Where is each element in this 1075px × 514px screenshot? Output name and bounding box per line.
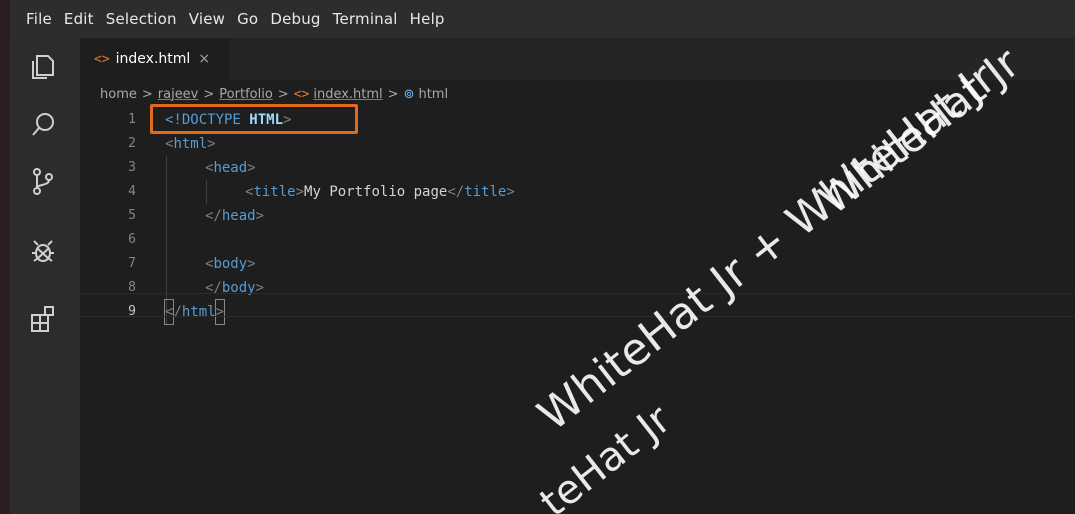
source-control-icon[interactable] <box>26 164 60 198</box>
activity-bar <box>10 38 80 514</box>
tab-bar: <> index.html × <box>80 38 1075 80</box>
breadcrumb-home[interactable]: home <box>100 87 137 102</box>
search-icon[interactable] <box>26 108 60 142</box>
window-edge <box>0 0 10 514</box>
extensions-icon[interactable] <box>26 302 60 336</box>
menu-file[interactable]: File <box>26 10 52 28</box>
code-line-4[interactable]: 4 <title>My Portfolio page</title> <box>80 180 1075 204</box>
close-icon[interactable]: × <box>198 51 210 67</box>
menu-debug[interactable]: Debug <box>270 10 320 28</box>
annotation-highlight-box <box>150 104 358 134</box>
menu-help[interactable]: Help <box>410 10 445 28</box>
line-number: 6 <box>128 232 136 247</box>
menu-selection[interactable]: Selection <box>106 10 177 28</box>
code-line-6[interactable]: 6 <box>80 228 1075 252</box>
line-number: 1 <box>128 112 136 127</box>
line-number: 2 <box>128 136 136 151</box>
tab-label: index.html <box>115 51 191 67</box>
code-text: </head> <box>205 208 265 224</box>
menu-view[interactable]: View <box>189 10 225 28</box>
code-text: <head> <box>205 160 256 176</box>
code-line-5[interactable]: 5 </head> <box>80 204 1075 228</box>
breadcrumb-separator: > <box>141 86 153 102</box>
code-text: <html> <box>165 136 216 152</box>
menu-go[interactable]: Go <box>237 10 258 28</box>
line-number: 3 <box>128 160 136 175</box>
html-file-icon: <> <box>94 51 110 67</box>
element-icon: ⊚ <box>403 86 415 102</box>
line-number: 7 <box>128 256 136 271</box>
breadcrumb-separator: > <box>387 86 399 102</box>
menu-terminal[interactable]: Terminal <box>333 10 398 28</box>
menu-edit[interactable]: Edit <box>64 10 94 28</box>
breadcrumb-separator: > <box>277 86 289 102</box>
breadcrumb-portfolio[interactable]: Portfolio <box>219 87 272 102</box>
breadcrumb-file[interactable]: index.html <box>313 87 382 102</box>
breadcrumb-separator: > <box>203 86 215 102</box>
breadcrumb-element[interactable]: html <box>418 87 448 102</box>
line-number: 4 <box>128 184 136 199</box>
tab-index-html[interactable]: <> index.html × <box>80 38 230 80</box>
menu-bar: File Edit Selection View Go Debug Termin… <box>10 0 1075 38</box>
code-text: <title>My Portfolio page</title> <box>245 184 515 200</box>
debug-icon[interactable] <box>26 234 60 268</box>
line-number: 5 <box>128 208 136 223</box>
code-text: <body> <box>205 256 256 272</box>
current-line-highlight <box>80 293 1075 317</box>
breadcrumb-rajeev[interactable]: rajeev <box>158 87 199 102</box>
html-file-icon: <> <box>293 86 310 102</box>
code-line-7[interactable]: 7 <body> <box>80 252 1075 276</box>
explorer-icon[interactable] <box>26 50 60 84</box>
code-line-3[interactable]: 3 <head> <box>80 156 1075 180</box>
